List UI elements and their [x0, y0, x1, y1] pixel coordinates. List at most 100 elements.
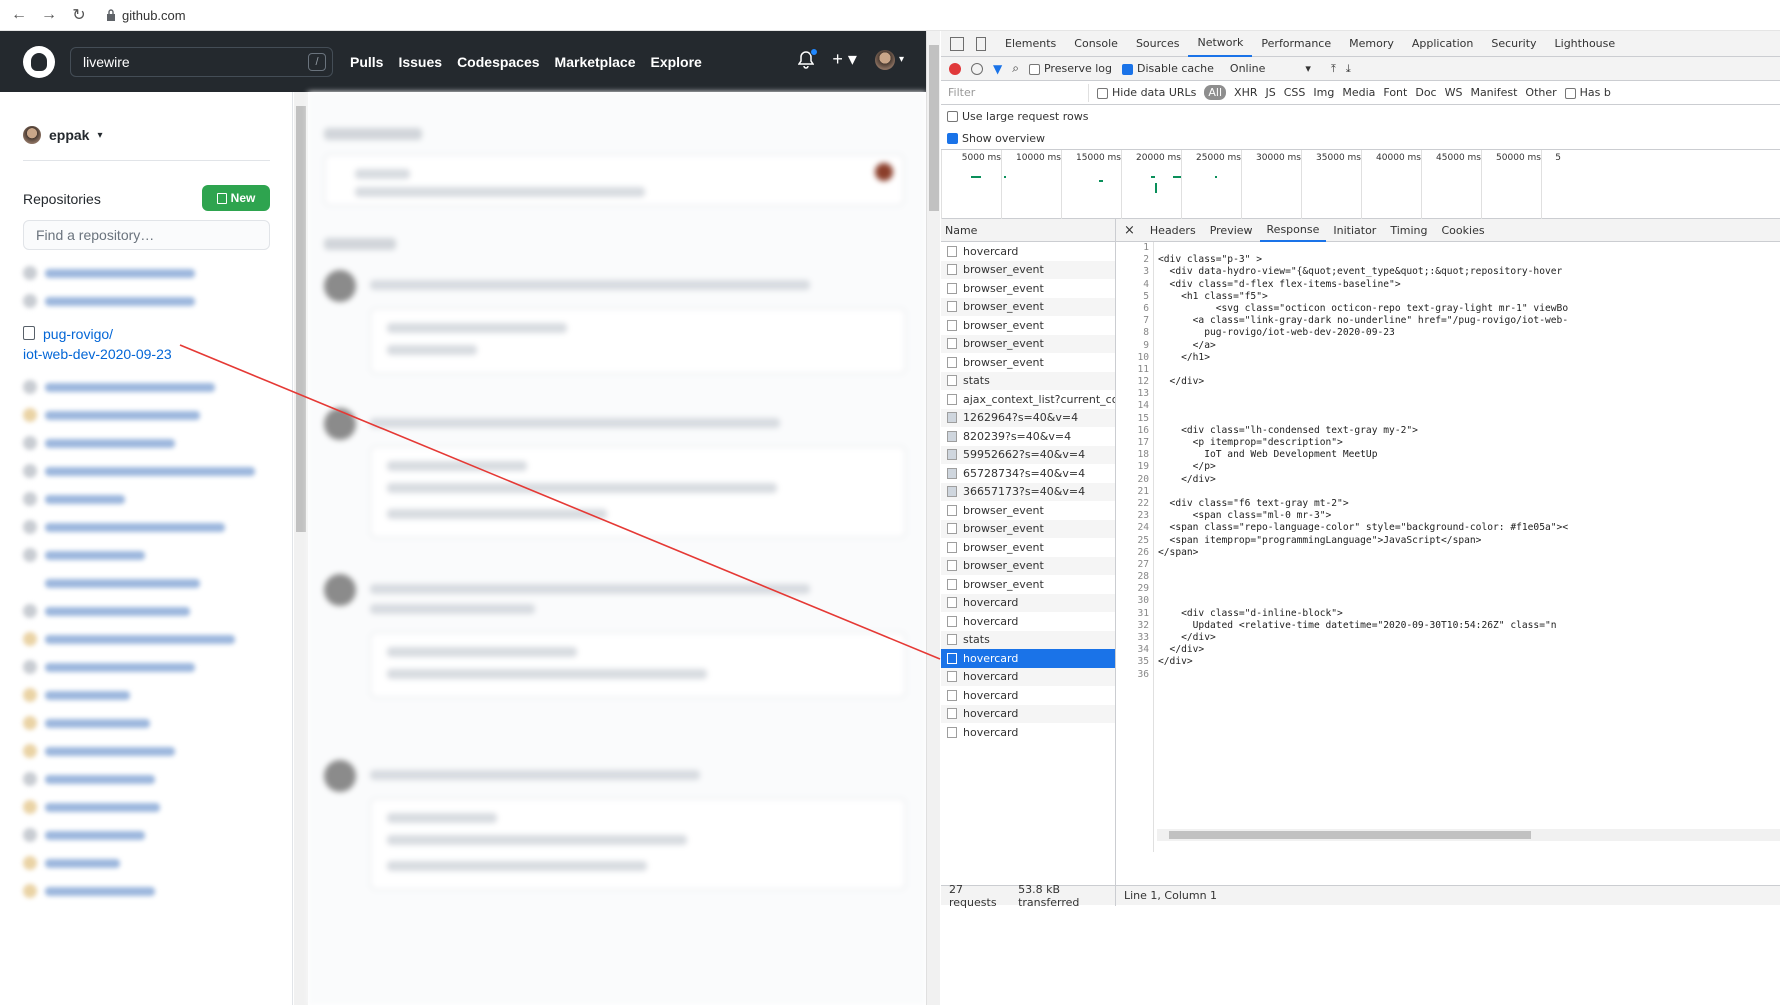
import-har-icon[interactable]: ⤒	[1331, 62, 1336, 76]
network-overview[interactable]: 5000 ms 10000 ms 15000 ms 20000 ms 25000…	[941, 149, 1780, 220]
has-blocked-cookies-checkbox[interactable]: Has b	[1564, 86, 1611, 99]
checkbox[interactable]	[1028, 63, 1040, 75]
tab-security[interactable]: Security	[1482, 31, 1545, 57]
request-row[interactable]: browser_event	[941, 538, 1115, 557]
response-code-view[interactable]: 1 2 3 4 5 6 7 8 9 10 11 12 13 14 15 16 17 18 19 20 21 22 23 24 2…	[1116, 242, 1780, 852]
list-item[interactable]	[23, 800, 283, 814]
checkbox[interactable]	[1097, 87, 1108, 99]
github-logo-icon[interactable]	[23, 45, 55, 78]
address-bar[interactable]: github.com	[106, 8, 186, 23]
type-filter-doc[interactable]: Doc	[1415, 86, 1436, 99]
type-filter-font[interactable]: Font	[1383, 86, 1407, 99]
tab-lighthouse[interactable]: Lighthouse	[1546, 31, 1625, 57]
list-item[interactable]	[23, 436, 283, 450]
tab-sources[interactable]: Sources	[1127, 31, 1189, 57]
search-input[interactable]: livewire /	[70, 46, 333, 77]
tab-initiator[interactable]: Initiator	[1326, 219, 1383, 242]
list-item[interactable]	[23, 408, 283, 422]
list-item[interactable]	[23, 856, 283, 870]
type-filter-xhr[interactable]: XHR	[1234, 86, 1257, 99]
scroll-thumb[interactable]	[929, 45, 939, 211]
scroll-thumb[interactable]	[296, 106, 306, 532]
type-filter-manifest[interactable]: Manifest	[1470, 86, 1517, 99]
request-row[interactable]: hovercard	[941, 612, 1115, 631]
close-icon[interactable]: ×	[1116, 223, 1143, 238]
request-row[interactable]: hovercard	[941, 242, 1115, 261]
list-item[interactable]	[23, 520, 283, 534]
nav-codespaces[interactable]: Codespaces	[457, 54, 539, 70]
checkbox[interactable]	[1564, 87, 1576, 99]
create-new-plus-icon[interactable]: + ▾	[832, 49, 857, 70]
request-row[interactable]: browser_event	[941, 297, 1115, 316]
list-item[interactable]	[23, 716, 283, 730]
list-item[interactable]	[23, 828, 283, 842]
repo-item-iot-web-dev[interactable]: pug-rovigo/ iot-web-dev-2020-09-23	[23, 324, 283, 364]
export-har-icon[interactable]: ⤓	[1346, 62, 1351, 76]
list-item[interactable]	[23, 772, 283, 786]
list-item[interactable]	[23, 660, 283, 674]
tab-preview[interactable]: Preview	[1203, 219, 1260, 242]
tab-timing[interactable]: Timing	[1383, 219, 1434, 242]
request-row[interactable]: browser_event	[941, 575, 1115, 594]
name-column-header[interactable]: Name	[941, 219, 1115, 242]
checkbox[interactable]	[1122, 63, 1134, 75]
tab-network[interactable]: Network	[1188, 31, 1253, 57]
list-item[interactable]	[23, 492, 283, 506]
page-scrollbar[interactable]	[926, 31, 940, 1005]
sidebar-scrollbar[interactable]	[294, 92, 308, 1005]
request-row[interactable]: hovercard	[941, 723, 1115, 742]
type-filter-js[interactable]: JS	[1266, 86, 1276, 99]
list-item[interactable]	[23, 744, 283, 758]
reload-icon[interactable]: ↻	[70, 6, 88, 24]
request-row[interactable]: hovercard	[941, 704, 1115, 723]
repo-name-link[interactable]: iot-web-dev-2020-09-23	[23, 344, 172, 364]
forward-icon[interactable]: →	[40, 6, 58, 24]
request-row[interactable]: 36657173?s=40&v=4	[941, 482, 1115, 501]
tab-memory[interactable]: Memory	[1340, 31, 1403, 57]
type-filter-other[interactable]: Other	[1525, 86, 1556, 99]
request-row[interactable]: hovercard	[941, 686, 1115, 705]
tab-headers[interactable]: Headers	[1143, 219, 1203, 242]
request-row[interactable]: stats	[941, 630, 1115, 649]
checkbox[interactable]	[947, 132, 958, 144]
request-row[interactable]: browser_event	[941, 519, 1115, 538]
checkbox[interactable]	[947, 110, 958, 122]
request-row[interactable]: ajax_context_list?current_cont...	[941, 390, 1115, 409]
request-row[interactable]: browser_event	[941, 334, 1115, 353]
list-item[interactable]	[23, 266, 283, 280]
list-item[interactable]	[23, 380, 283, 394]
tab-performance[interactable]: Performance	[1252, 31, 1340, 57]
type-filter-all[interactable]: All	[1204, 85, 1227, 100]
show-overview-option[interactable]: Show overview	[941, 127, 1780, 149]
list-item[interactable]	[23, 604, 283, 618]
tab-application[interactable]: Application	[1403, 31, 1482, 57]
user-menu[interactable]: ▾	[874, 49, 904, 70]
large-rows-option[interactable]: Use large request rows	[941, 105, 1780, 127]
request-row[interactable]: browser_event	[941, 279, 1115, 298]
hide-data-urls-checkbox[interactable]: Hide data URLs	[1097, 86, 1196, 99]
find-repository-input[interactable]: Find a repository…	[23, 220, 270, 250]
list-item[interactable]	[23, 548, 283, 562]
request-row[interactable]: 1262964?s=40&v=4	[941, 408, 1115, 427]
notifications-bell-icon[interactable]	[798, 47, 819, 69]
type-filter-ws[interactable]: WS	[1445, 86, 1463, 99]
scroll-thumb[interactable]	[1169, 831, 1531, 839]
throttle-select[interactable]: Online ▾	[1230, 62, 1311, 75]
back-icon[interactable]: ←	[10, 6, 28, 24]
tab-response[interactable]: Response	[1259, 219, 1327, 242]
type-filter-css[interactable]: CSS	[1284, 86, 1306, 99]
list-item[interactable]	[23, 576, 283, 590]
tab-elements[interactable]: Elements	[996, 31, 1065, 57]
request-row[interactable]: hovercard	[941, 649, 1115, 668]
request-row[interactable]: stats	[941, 371, 1115, 390]
filter-input[interactable]: Filter	[945, 83, 1089, 102]
tab-cookies[interactable]: Cookies	[1435, 219, 1492, 242]
disable-cache-checkbox[interactable]: Disable cache	[1122, 62, 1214, 75]
list-item[interactable]	[23, 294, 283, 308]
context-switcher[interactable]: eppak ▾	[23, 126, 103, 144]
nav-explore[interactable]: Explore	[650, 54, 701, 70]
tab-console[interactable]: Console	[1065, 31, 1127, 57]
inspect-element-icon[interactable]	[950, 36, 964, 51]
request-row[interactable]: browser_event	[941, 353, 1115, 372]
request-row[interactable]: hovercard	[941, 593, 1115, 612]
